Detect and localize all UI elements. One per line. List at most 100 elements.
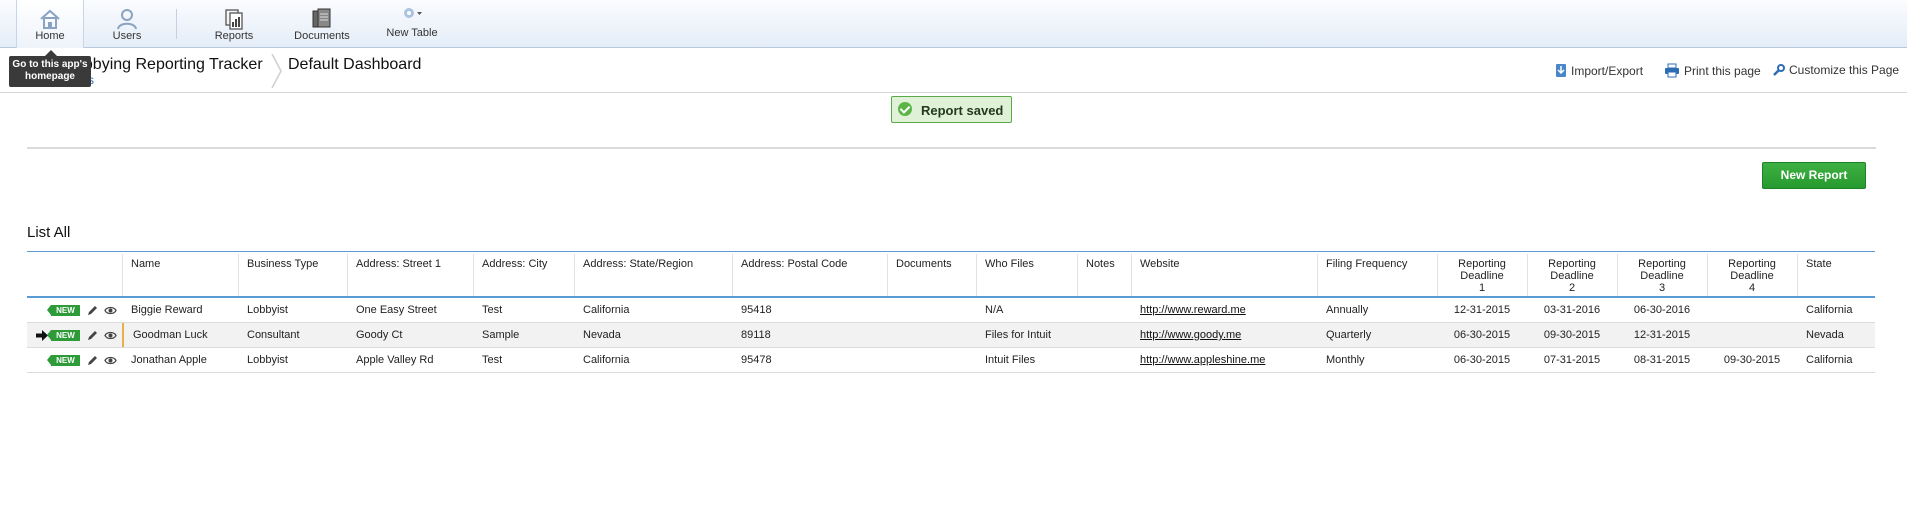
app-title[interactable]: obbying Reporting Tracker (75, 56, 263, 74)
edit-pencil-icon[interactable] (86, 354, 99, 367)
column-header[interactable]: Notes (1086, 258, 1115, 270)
table-cell: N/A (985, 304, 1004, 316)
column-divider (1077, 254, 1078, 296)
column-divider (1797, 254, 1798, 296)
table-cell: 06-30-2016 (1633, 304, 1691, 316)
table-cell: Annually (1326, 304, 1369, 316)
records-table: Name Business Type Address: Street 1 Add… (27, 251, 1875, 373)
print-page-link[interactable]: Print this page (1664, 63, 1761, 78)
table-cell: Lobbyist (247, 354, 288, 366)
table-cell: 95418 (741, 304, 772, 316)
column-header[interactable]: State (1806, 258, 1832, 270)
table-cell: California (583, 354, 630, 366)
column-header[interactable]: Reporting Deadline 1 (1437, 258, 1527, 294)
toolbar-home-button[interactable]: Home (16, 0, 84, 48)
table-cell: 03-31-2016 (1543, 304, 1601, 316)
view-eye-icon[interactable] (104, 355, 117, 366)
new-badge: NEW (47, 355, 80, 366)
table-cell: 08-31-2015 (1633, 354, 1691, 366)
toolbar-documents-button[interactable]: Documents (286, 0, 358, 48)
website-cell: http://www.goody.me (1140, 329, 1241, 341)
column-divider (976, 254, 977, 296)
customize-page-link[interactable]: Customize this Page (1772, 63, 1899, 77)
toolbar-users-button[interactable]: Users (94, 0, 160, 48)
status-message-text: Report saved (921, 103, 1004, 118)
table-row[interactable]: NEW Goodman Luck Consultant Goody Ct Sam… (27, 323, 1875, 348)
toolbar-new-table-label: New Table (386, 27, 438, 39)
customize-page-label: Customize this Page (1789, 63, 1900, 77)
header-divider (0, 92, 1907, 93)
import-export-label: Import/Export (1571, 64, 1644, 78)
table-cell: Apple Valley Rd (356, 354, 434, 366)
view-eye-icon[interactable] (104, 305, 117, 316)
user-icon (117, 9, 137, 30)
wrench-icon (1773, 64, 1785, 76)
edit-pencil-icon[interactable] (86, 329, 99, 342)
column-divider (887, 254, 888, 296)
table-header: Name Business Type Address: Street 1 Add… (27, 252, 1875, 298)
status-message: Report saved (891, 96, 1012, 123)
table-cell: California (583, 304, 630, 316)
website-link[interactable]: http://www.appleshine.me (1140, 354, 1265, 366)
table-cell: California (1806, 354, 1853, 366)
table-row[interactable]: NEW Jonathan Apple Lobbyist Apple Valley… (27, 348, 1875, 373)
column-divider (347, 254, 348, 296)
column-header[interactable]: Reporting Deadline 2 (1527, 258, 1617, 294)
gear-dropdown-icon (404, 8, 422, 18)
import-export-link[interactable]: Import/Export (1555, 63, 1643, 78)
column-header[interactable]: Business Type (247, 258, 318, 270)
table-cell: Test (482, 304, 503, 316)
reports-icon (225, 9, 243, 30)
table-cell: 09-30-2015 (1723, 354, 1781, 366)
column-header[interactable]: Address: Street 1 (356, 258, 441, 270)
column-header[interactable]: Name (131, 258, 160, 270)
printer-icon (1665, 63, 1679, 78)
report-title: List All (27, 224, 71, 241)
table-cell: Biggie Reward (131, 304, 203, 316)
new-report-button[interactable]: New Report (1762, 162, 1866, 189)
column-header[interactable]: Filing Frequency (1326, 258, 1407, 270)
column-divider (574, 254, 575, 296)
top-toolbar: Home Users Reports Documents New Table (0, 0, 1907, 48)
table-cell: Quarterly (1326, 329, 1372, 341)
table-cell: Files for Intuit (985, 329, 1052, 341)
toolbar-reports-button[interactable]: Reports (200, 0, 268, 48)
toolbar-new-table-button[interactable]: New Table (382, 0, 442, 48)
check-circle-icon (898, 102, 912, 116)
view-eye-icon[interactable] (104, 330, 117, 341)
import-export-icon (1556, 64, 1566, 77)
column-header[interactable]: Reporting Deadline 3 (1617, 258, 1707, 294)
table-cell: Lobbyist (247, 304, 288, 316)
toolbar-documents-label: Documents (294, 30, 350, 42)
column-divider (473, 254, 474, 296)
website-cell: http://www.appleshine.me (1140, 354, 1265, 366)
column-header[interactable]: Address: Postal Code (741, 258, 847, 270)
table-cell: 12-31-2015 (1453, 304, 1511, 316)
dashboard-title: Default Dashboard (288, 56, 422, 73)
table-cell: 06-30-2015 (1453, 354, 1511, 366)
table-row[interactable]: NEW Biggie Reward Lobbyist One Easy Stre… (27, 298, 1875, 323)
column-divider (122, 254, 123, 296)
table-cell: 09-30-2015 (1543, 329, 1601, 341)
column-divider (1317, 254, 1318, 296)
column-header[interactable]: Address: State/Region (583, 258, 693, 270)
website-link[interactable]: http://www.reward.me (1140, 304, 1246, 316)
column-header[interactable]: Website (1140, 258, 1180, 270)
website-cell: http://www.reward.me (1140, 304, 1246, 316)
column-header[interactable]: Documents (896, 258, 952, 270)
print-page-label: Print this page (1684, 64, 1761, 78)
toolbar-home-label: Home (35, 30, 65, 42)
table-cell: Jonathan Apple (131, 354, 207, 366)
column-header[interactable]: Reporting Deadline 4 (1707, 258, 1797, 294)
documents-icon (312, 8, 331, 28)
column-header[interactable]: Address: City (482, 258, 547, 270)
column-divider (732, 254, 733, 296)
new-badge: NEW (47, 330, 80, 341)
section-divider (27, 147, 1876, 149)
edit-pencil-icon[interactable] (86, 304, 99, 317)
table-cell: Monthly (1326, 354, 1365, 366)
column-header[interactable]: Who Files (985, 258, 1034, 270)
table-cell: 07-31-2015 (1543, 354, 1601, 366)
website-link[interactable]: http://www.goody.me (1140, 329, 1241, 341)
column-divider (1131, 254, 1132, 296)
